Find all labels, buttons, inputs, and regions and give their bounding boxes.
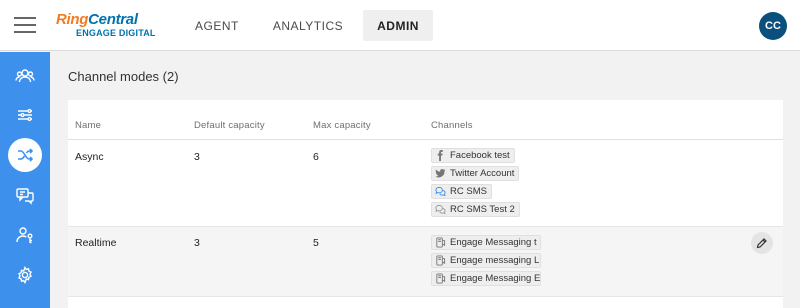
sidebar (0, 52, 50, 308)
row-max-capacity: 5 (313, 237, 319, 249)
channel-chip[interactable]: RC SMS Test 2 (431, 202, 520, 217)
messaging-icon (436, 255, 446, 266)
shuffle-icon (18, 148, 34, 162)
row-default-capacity: 3 (194, 151, 200, 163)
user-key-icon (16, 227, 33, 244)
users-icon (15, 69, 35, 83)
row-name: Realtime (75, 237, 117, 249)
channel-list: Facebook test Twitter Account RC SMS RC … (431, 148, 520, 220)
tab-admin[interactable]: ADMIN (363, 10, 433, 41)
channel-chip[interactable]: RC SMS (431, 184, 492, 199)
twitter-icon (435, 169, 446, 178)
sidebar-item-routing[interactable] (8, 138, 42, 172)
column-header-name: Name (75, 120, 102, 131)
content-area: Channel modes (2) Name Default capacity … (51, 52, 800, 308)
row-default-capacity: 3 (194, 237, 200, 249)
page-title: Channel modes (2) (68, 68, 179, 84)
main-nav: AGENT ANALYTICS ADMIN (181, 10, 439, 41)
channel-chip[interactable]: Engage messaging L (431, 253, 541, 268)
facebook-icon (437, 150, 443, 161)
column-header-channels: Channels (431, 120, 473, 131)
sidebar-item-settings[interactable] (8, 258, 42, 292)
menu-icon[interactable] (14, 17, 36, 33)
sms-icon (435, 186, 446, 197)
channel-chip[interactable]: Engage Messaging E (431, 271, 541, 286)
messaging-icon (436, 273, 446, 284)
logo: RingCentral ENGAGE DIGITAL (56, 11, 156, 38)
sms-icon (435, 204, 446, 215)
edit-button[interactable] (751, 232, 773, 254)
sidebar-item-user-access[interactable] (8, 218, 42, 252)
messaging-icon (436, 237, 446, 248)
tab-analytics[interactable]: ANALYTICS (259, 10, 357, 41)
table-row[interactable]: Async 3 6 Facebook test Twitter Account … (68, 140, 783, 227)
channel-modes-table-panel: Name Default capacity Max capacity Chann… (68, 100, 783, 308)
tab-agent[interactable]: AGENT (181, 10, 253, 41)
row-name: Async (75, 151, 104, 163)
gear-icon (18, 265, 32, 285)
table-row[interactable]: Realtime 3 5 Engage Messaging t Engage m… (68, 227, 783, 297)
sliders-icon (18, 108, 32, 122)
channel-chip[interactable]: Engage Messaging t (431, 235, 541, 250)
channel-list: Engage Messaging t Engage messaging L En… (431, 235, 541, 289)
avatar[interactable]: CC (759, 12, 787, 40)
table-header: Name Default capacity Max capacity Chann… (68, 114, 783, 140)
column-header-max-capacity: Max capacity (313, 120, 371, 131)
sidebar-item-channels[interactable] (8, 178, 42, 212)
top-bar: RingCentral ENGAGE DIGITAL AGENT ANALYTI… (0, 0, 800, 51)
channel-chip[interactable]: Twitter Account (431, 166, 520, 181)
pencil-icon (756, 238, 767, 249)
column-header-default-capacity: Default capacity (194, 120, 265, 131)
row-max-capacity: 6 (313, 151, 319, 163)
chat-bubbles-icon (16, 188, 34, 205)
page-header: Channel modes (2) (51, 52, 766, 100)
sidebar-item-settings-sliders[interactable] (8, 98, 42, 132)
channel-chip[interactable]: Facebook test (431, 148, 515, 163)
sidebar-item-users[interactable] (8, 59, 42, 93)
